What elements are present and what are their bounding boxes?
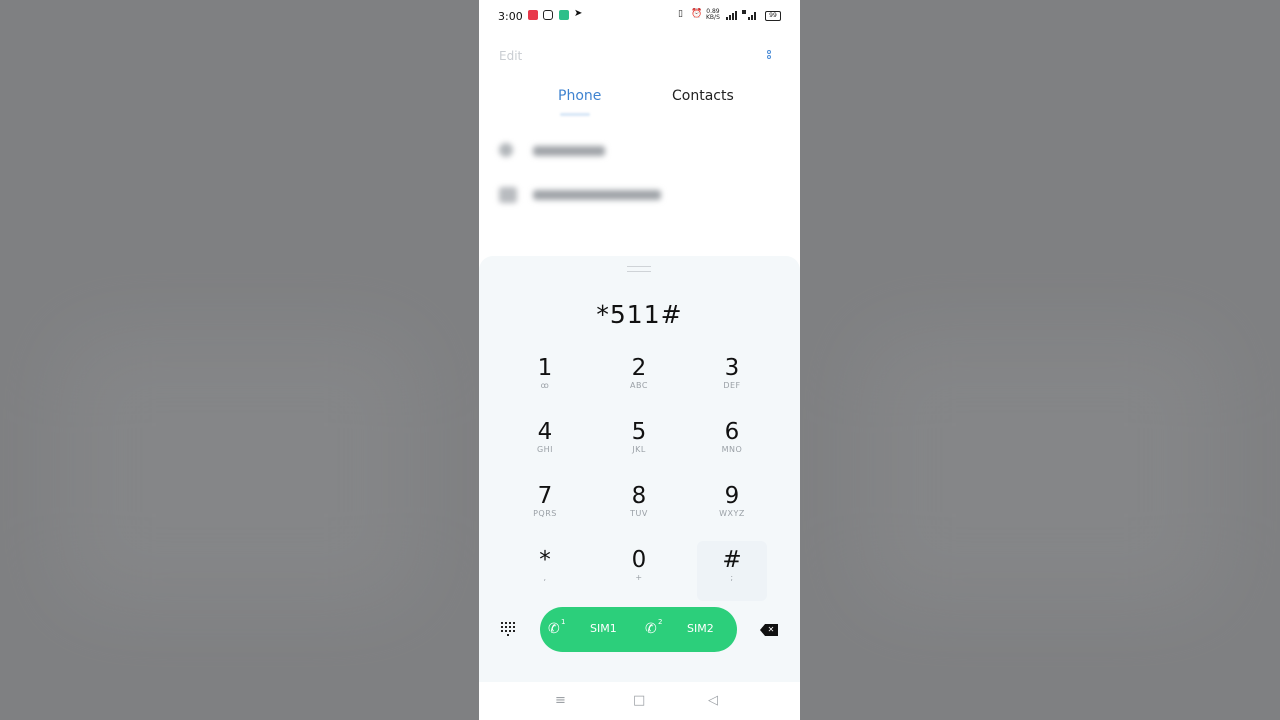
navigation-bar: ≡ □ ◁ bbox=[479, 682, 800, 720]
nav-back-icon[interactable]: ◁ bbox=[708, 693, 718, 708]
dial-key-star[interactable]: * , bbox=[510, 547, 580, 601]
key-digit: 4 bbox=[537, 419, 553, 445]
vibrate-icon: ▯ bbox=[678, 9, 683, 19]
key-digit: 9 bbox=[724, 483, 740, 509]
key-digit: # bbox=[722, 547, 742, 573]
key-letters: , bbox=[543, 573, 547, 582]
status-time: 3:00 bbox=[498, 10, 523, 23]
sheet-grabber[interactable] bbox=[627, 266, 651, 272]
call-sim2-button[interactable]: ✆ 2 SIM2 bbox=[639, 607, 737, 652]
key-digit: 8 bbox=[631, 483, 647, 509]
dial-key-3[interactable]: 3 DEF bbox=[697, 355, 767, 409]
call-sim1-button[interactable]: ✆ 1 SIM1 bbox=[540, 607, 638, 652]
signal-icon bbox=[726, 11, 737, 20]
call-button-bar: ✆ 1 SIM1 ✆ 2 SIM2 bbox=[540, 607, 737, 652]
key-letters: DEF bbox=[723, 381, 741, 390]
key-digit: 2 bbox=[631, 355, 647, 381]
dial-key-4[interactable]: 4 GHI bbox=[510, 419, 580, 473]
key-digit: 5 bbox=[631, 419, 647, 445]
key-letters: WXYZ bbox=[719, 509, 745, 518]
tab-indicator bbox=[560, 113, 590, 116]
key-digit: 3 bbox=[724, 355, 740, 381]
key-digit: 7 bbox=[537, 483, 553, 509]
key-letters: PQRS bbox=[533, 509, 557, 518]
blurred-item-icon bbox=[499, 187, 517, 203]
sim2-number: 2 bbox=[658, 618, 663, 626]
nav-home-icon[interactable]: □ bbox=[633, 693, 645, 708]
key-letters: JKL bbox=[632, 445, 646, 454]
key-digit: * bbox=[539, 547, 551, 573]
blurred-item-text bbox=[533, 146, 605, 156]
dial-key-8[interactable]: 8 TUV bbox=[604, 483, 674, 537]
signal-4g-icon bbox=[742, 10, 756, 20]
telegram-icon: ➤ bbox=[574, 8, 583, 19]
tab-bar: Phone Contacts bbox=[479, 86, 800, 120]
key-digit: 6 bbox=[724, 419, 740, 445]
key-letters: ; bbox=[730, 573, 734, 582]
blurred-background-left bbox=[0, 0, 479, 720]
key-letters: GHI bbox=[536, 445, 554, 454]
dial-key-7[interactable]: 7 PQRS bbox=[510, 483, 580, 537]
net-speed-unit: KB/S bbox=[706, 14, 720, 21]
dialpad-toggle-icon[interactable] bbox=[501, 622, 517, 638]
instagram-icon bbox=[543, 10, 553, 20]
key-letters: + bbox=[635, 573, 643, 582]
nav-menu-icon[interactable]: ≡ bbox=[555, 693, 566, 708]
phone-screen: 3:00 ➤ ▯ ⏰ 0.89 KB/S 99 Edit Phone Conta… bbox=[479, 0, 800, 720]
key-digit: 1 bbox=[537, 355, 553, 381]
tab-contacts[interactable]: Contacts bbox=[672, 88, 734, 104]
dial-key-hash[interactable]: # ; bbox=[697, 541, 767, 601]
key-digit: 0 bbox=[631, 547, 647, 573]
dial-key-1[interactable]: 1 ꝏ bbox=[510, 355, 580, 409]
dial-key-0[interactable]: 0 + bbox=[604, 547, 674, 601]
tab-phone[interactable]: Phone bbox=[558, 88, 601, 104]
battery-icon: 99 bbox=[765, 11, 781, 21]
status-bar: 3:00 ➤ ▯ ⏰ 0.89 KB/S 99 bbox=[479, 0, 800, 32]
dialer-sheet: *511# 1 ꝏ 2 ABC 3 DEF 4 GHI 5 JKL 6 MNO … bbox=[479, 256, 800, 682]
phone-icon: ✆ bbox=[548, 621, 560, 637]
green-chat-icon bbox=[559, 10, 569, 20]
more-vertical-icon[interactable] bbox=[767, 50, 773, 66]
key-letters: MNO bbox=[721, 445, 743, 454]
blurred-item-icon bbox=[499, 143, 513, 157]
top-bar: Edit bbox=[479, 40, 800, 74]
phone-icon: ✆ bbox=[645, 621, 657, 637]
dial-key-6[interactable]: 6 MNO bbox=[697, 419, 767, 473]
key-letters: ABC bbox=[630, 381, 648, 390]
sim1-number: 1 bbox=[561, 618, 566, 626]
dialed-number: *511# bbox=[596, 300, 683, 329]
alarm-icon: ⏰ bbox=[691, 9, 703, 19]
app-red-icon bbox=[528, 10, 538, 20]
sim2-label: SIM2 bbox=[687, 622, 714, 635]
blurred-background-right bbox=[800, 0, 1280, 720]
net-speed: 0.89 KB/S bbox=[706, 9, 720, 21]
backspace-icon[interactable]: ✕ bbox=[760, 624, 778, 636]
dial-key-5[interactable]: 5 JKL bbox=[604, 419, 674, 473]
dial-key-2[interactable]: 2 ABC bbox=[604, 355, 674, 409]
edit-button[interactable]: Edit bbox=[499, 49, 522, 63]
blurred-item-text bbox=[533, 190, 661, 200]
sim1-label: SIM1 bbox=[590, 622, 617, 635]
voicemail-icon: ꝏ bbox=[540, 381, 550, 390]
dial-key-9[interactable]: 9 WXYZ bbox=[697, 483, 767, 537]
key-letters: TUV bbox=[630, 509, 648, 518]
